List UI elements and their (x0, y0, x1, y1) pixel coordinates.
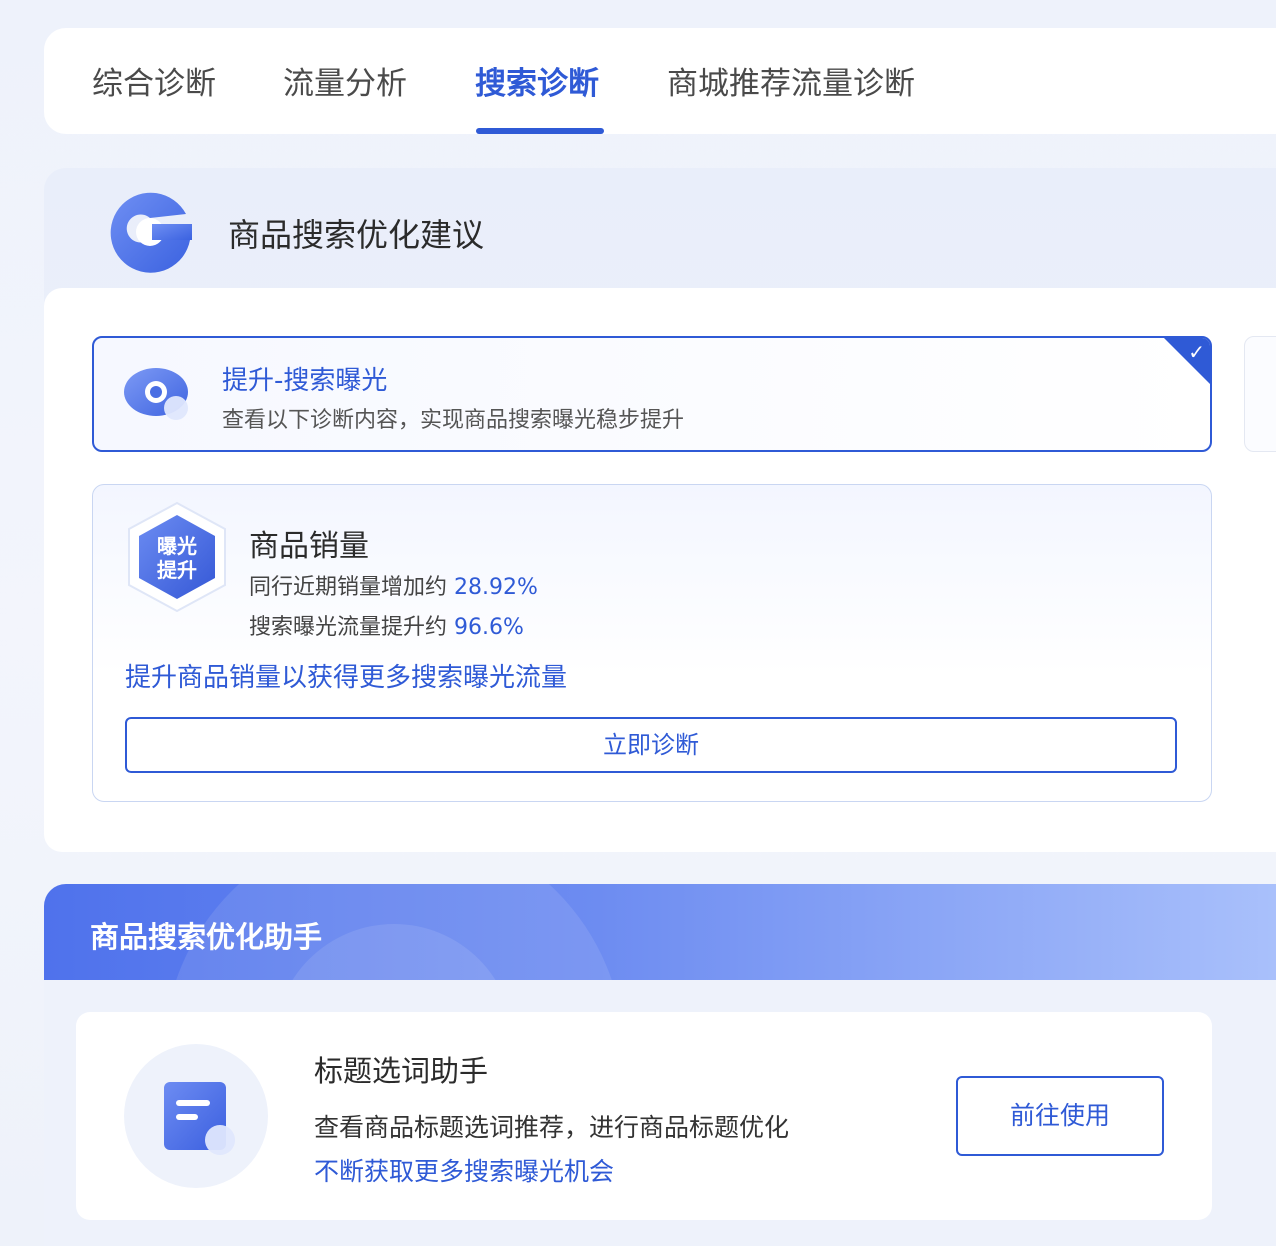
advice-body: 提升-搜索曝光 查看以下诊断内容，实现商品搜索曝光稳步提升 ✓ 曝光 提升 商品… (44, 288, 1276, 852)
peer-sales-growth-value: 28.92% (454, 575, 538, 600)
document-icon (164, 1082, 235, 1155)
tab-mall-recommend-diagnosis[interactable]: 商城推荐流量诊断 (667, 64, 915, 104)
diagnose-now-button[interactable]: 立即诊断 (125, 717, 1177, 773)
option-card-search-exposure[interactable]: 提升-搜索曝光 查看以下诊断内容，实现商品搜索曝光稳步提升 ✓ (92, 336, 1212, 452)
helper-banner: 商品搜索优化助手 (44, 884, 1276, 980)
check-icon: ✓ (1188, 340, 1205, 364)
search-traffic-growth: 搜索曝光流量提升约 96.6% (249, 615, 524, 640)
eye-icon (124, 368, 188, 420)
badge-line1: 曝光 (157, 534, 197, 558)
sales-card: 曝光 提升 商品销量 同行近期销量增加约 28.92% 搜索曝光流量提升约 96… (92, 484, 1212, 802)
tab-bar: 综合诊断 流量分析 搜索诊断 商城推荐流量诊断 (44, 28, 1276, 134)
option-desc: 查看以下诊断内容，实现商品搜索曝光稳步提升 (222, 408, 685, 433)
go-use-button[interactable]: 前往使用 (956, 1076, 1164, 1156)
badge-line2: 提升 (157, 558, 197, 582)
tab-traffic-analysis[interactable]: 流量分析 (283, 64, 407, 104)
tab-overall-diagnosis[interactable]: 综合诊断 (92, 64, 216, 104)
sales-title: 商品销量 (249, 529, 369, 564)
active-tab-indicator (476, 128, 604, 134)
tab-search-diagnosis[interactable]: 搜索诊断 (475, 64, 599, 104)
tool-title: 标题选词助手 (314, 1054, 489, 1088)
sales-tip: 提升商品销量以获得更多搜索曝光流量 (125, 663, 568, 693)
advice-title: 商品搜索优化建议 (228, 216, 485, 254)
exposure-boost-badge-icon: 曝光 提升 (128, 501, 226, 613)
search-helper-section: 商品搜索优化助手 标题选词助手 查看商品标题选词推荐，进行商品标题优化 不断获取… (44, 884, 1276, 1246)
search-traffic-growth-value: 96.6% (454, 615, 524, 640)
next-option-card[interactable] (1244, 336, 1276, 452)
peer-sales-growth: 同行近期销量增加约 28.92% (249, 575, 538, 600)
option-title: 提升-搜索曝光 (222, 366, 388, 396)
page: 综合诊断 流量分析 搜索诊断 商城推荐流量诊断 商品搜索优化建议 提升-搜索曝光… (0, 0, 1276, 1246)
title-keyword-helper-card: 标题选词助手 查看商品标题选词推荐，进行商品标题优化 不断获取更多搜索曝光机会 … (76, 1012, 1212, 1220)
tool-desc-highlight: 不断获取更多搜索曝光机会 (314, 1157, 615, 1186)
search-advice-section: 商品搜索优化建议 提升-搜索曝光 查看以下诊断内容，实现商品搜索曝光稳步提升 ✓… (44, 168, 1276, 852)
tool-desc: 查看商品标题选词推荐，进行商品标题优化 (314, 1113, 790, 1142)
brand-logo-icon (110, 192, 192, 273)
tool-icon-bg (124, 1044, 268, 1188)
helper-title: 商品搜索优化助手 (90, 920, 323, 954)
